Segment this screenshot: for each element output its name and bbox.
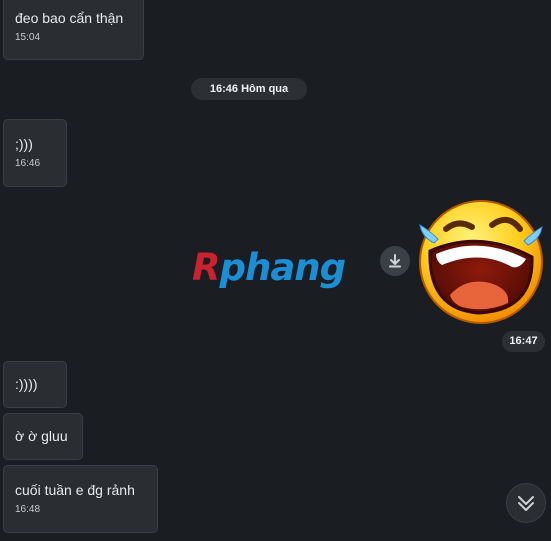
sticker-time: 16:47 — [502, 331, 545, 352]
message-text: cuối tuần e đg rảnh — [15, 482, 135, 498]
scroll-to-bottom-button[interactable] — [506, 483, 546, 523]
message-bubble[interactable]: đeo bao cẩn thận 15:04 — [3, 0, 144, 60]
message-time: 16:46 — [15, 158, 41, 169]
message-text: ờ ờ gluu — [15, 428, 68, 444]
message-text: đeo bao cẩn thận — [15, 10, 124, 26]
watermark-rest: phang — [219, 246, 347, 289]
message-text: :)))) — [15, 376, 38, 392]
message-time: 16:48 — [15, 504, 41, 515]
message-text: ;))) — [15, 136, 33, 152]
watermark-first-letter: R — [192, 246, 220, 289]
laughing-emoji-sticker[interactable] — [416, 199, 546, 325]
message-bubble[interactable]: ;))) 16:46 — [3, 119, 67, 187]
message-bubble[interactable]: ờ ờ gluu — [3, 413, 83, 460]
watermark-logo: Rphang — [192, 246, 347, 290]
date-separator: 16:46 Hôm qua — [191, 78, 307, 100]
download-button[interactable] — [380, 246, 410, 276]
message-bubble[interactable]: cuối tuần e đg rảnh 16:48 — [3, 465, 158, 533]
message-bubble[interactable]: :)))) — [3, 361, 67, 408]
download-icon — [389, 254, 401, 268]
double-chevron-down-icon — [518, 496, 534, 511]
message-time: 15:04 — [15, 32, 41, 43]
